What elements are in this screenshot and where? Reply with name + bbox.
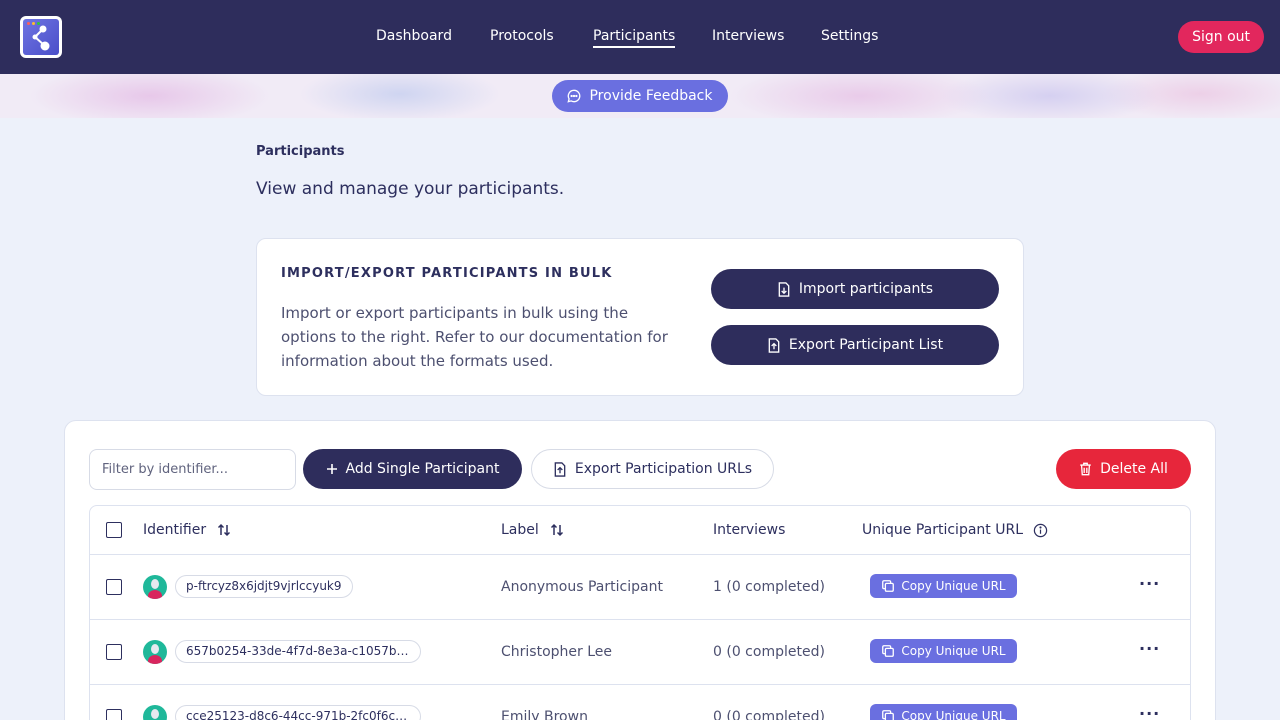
copy-unique-url-button[interactable]: Copy Unique URL bbox=[870, 639, 1017, 663]
copy-unique-url-label: Copy Unique URL bbox=[901, 579, 1006, 593]
page-subtitle: View and manage your participants. bbox=[256, 179, 565, 199]
column-interviews-label: Interviews bbox=[713, 522, 786, 538]
nav-settings[interactable]: Settings bbox=[821, 28, 878, 44]
sign-out-button[interactable]: Sign out bbox=[1178, 21, 1264, 53]
plus-icon bbox=[326, 464, 337, 474]
bulk-import-export-card: IMPORT/EXPORT PARTICIPANTS IN BULK Impor… bbox=[256, 238, 1024, 396]
sort-icon[interactable] bbox=[549, 522, 565, 538]
column-identifier-label: Identifier bbox=[143, 522, 207, 538]
more-actions-icon[interactable]: ··· bbox=[1139, 574, 1160, 593]
copy-icon bbox=[882, 645, 895, 657]
avatar bbox=[143, 575, 167, 599]
interviews-count: 0 (0 completed) bbox=[713, 709, 825, 720]
interviews-count: 1 (0 completed) bbox=[713, 579, 825, 595]
select-all-checkbox[interactable] bbox=[106, 522, 122, 538]
delete-all-label: Delete All bbox=[1100, 461, 1168, 477]
app-logo[interactable] bbox=[20, 16, 62, 58]
row-checkbox[interactable] bbox=[106, 644, 122, 660]
feedback-label: Provide Feedback bbox=[589, 88, 713, 104]
export-participation-urls-button[interactable]: Export Participation URLs bbox=[531, 449, 774, 489]
table-header: Identifier Label Interviews Unique Parti… bbox=[90, 506, 1190, 555]
delete-all-button[interactable]: Delete All bbox=[1056, 449, 1191, 489]
bulk-card-description: Import or export participants in bulk us… bbox=[281, 304, 668, 370]
copy-unique-url-label: Copy Unique URL bbox=[901, 644, 1006, 658]
nav-interviews[interactable]: Interviews bbox=[712, 28, 784, 44]
file-export-icon bbox=[554, 461, 566, 477]
chat-bubble-icon bbox=[567, 89, 581, 103]
info-icon[interactable] bbox=[1033, 523, 1048, 538]
avatar bbox=[143, 705, 167, 720]
file-export-icon bbox=[768, 337, 780, 353]
row-checkbox[interactable] bbox=[106, 709, 122, 720]
copy-unique-url-button[interactable]: Copy Unique URL bbox=[870, 704, 1017, 720]
network-logo-icon bbox=[23, 19, 59, 55]
nav-participants[interactable]: Participants bbox=[593, 28, 676, 48]
file-import-icon bbox=[778, 281, 790, 297]
column-label-label: Label bbox=[501, 522, 539, 538]
import-participants-button[interactable]: Import participants bbox=[711, 269, 999, 309]
participant-label: Christopher Lee bbox=[501, 644, 613, 660]
participants-table-card: Add Single Participant Export Participat… bbox=[64, 420, 1216, 720]
table-row: 657b0254-33de-4f7d-8e3a-c1057bdf4... Chr… bbox=[90, 620, 1190, 685]
sort-icon[interactable] bbox=[216, 522, 232, 538]
more-actions-icon[interactable]: ··· bbox=[1139, 704, 1160, 720]
copy-icon bbox=[882, 580, 895, 592]
add-single-participant-label: Add Single Participant bbox=[345, 461, 500, 477]
identifier-pill: p-ftrcyz8x6jdjt9vjrlccyuk9 bbox=[175, 575, 353, 598]
import-participants-label: Import participants bbox=[798, 281, 934, 297]
breadcrumb[interactable]: Participants bbox=[256, 144, 344, 159]
export-participant-list-label: Export Participant List bbox=[788, 337, 944, 353]
participant-label: Emily Brown bbox=[501, 709, 588, 720]
table-row: p-ftrcyz8x6jdjt9vjrlccyuk9 Anonymous Par… bbox=[90, 555, 1190, 620]
nav-dashboard[interactable]: Dashboard bbox=[376, 28, 452, 44]
row-checkbox[interactable] bbox=[106, 579, 122, 595]
export-participant-list-button[interactable]: Export Participant List bbox=[711, 325, 999, 365]
trash-icon bbox=[1080, 462, 1091, 476]
column-label: Label bbox=[501, 522, 565, 538]
identifier-pill: 657b0254-33de-4f7d-8e3a-c1057bdf4... bbox=[175, 640, 421, 663]
copy-icon bbox=[882, 710, 895, 720]
bulk-card-title: IMPORT/EXPORT PARTICIPANTS IN BULK bbox=[281, 266, 613, 281]
column-identifier: Identifier bbox=[143, 522, 232, 538]
nav-protocols[interactable]: Protocols bbox=[490, 28, 554, 44]
column-unique-url-label: Unique Participant URL bbox=[862, 522, 1023, 538]
more-actions-icon[interactable]: ··· bbox=[1139, 639, 1160, 658]
export-participation-urls-label: Export Participation URLs bbox=[574, 461, 753, 477]
provide-feedback-button[interactable]: Provide Feedback bbox=[552, 80, 728, 112]
interviews-count: 0 (0 completed) bbox=[713, 644, 825, 660]
filter-identifier-input[interactable] bbox=[89, 449, 296, 490]
add-single-participant-button[interactable]: Add Single Participant bbox=[303, 449, 522, 489]
identifier-pill: cce25123-d8c6-44cc-971b-2fc0f6cf9200 bbox=[175, 705, 421, 720]
column-interviews: Interviews bbox=[713, 522, 785, 538]
top-navbar: Dashboard Protocols Participants Intervi… bbox=[0, 0, 1280, 74]
participant-label: Anonymous Participant bbox=[501, 579, 663, 595]
copy-unique-url-button[interactable]: Copy Unique URL bbox=[870, 574, 1017, 598]
column-unique-url: Unique Participant URL bbox=[862, 522, 1048, 538]
avatar bbox=[143, 640, 167, 664]
participants-table: Identifier Label Interviews Unique Parti… bbox=[89, 505, 1191, 720]
feedback-banner: Provide Feedback bbox=[0, 74, 1280, 118]
copy-unique-url-label: Copy Unique URL bbox=[901, 709, 1006, 720]
table-row: cce25123-d8c6-44cc-971b-2fc0f6cf9200 Emi… bbox=[90, 685, 1190, 720]
